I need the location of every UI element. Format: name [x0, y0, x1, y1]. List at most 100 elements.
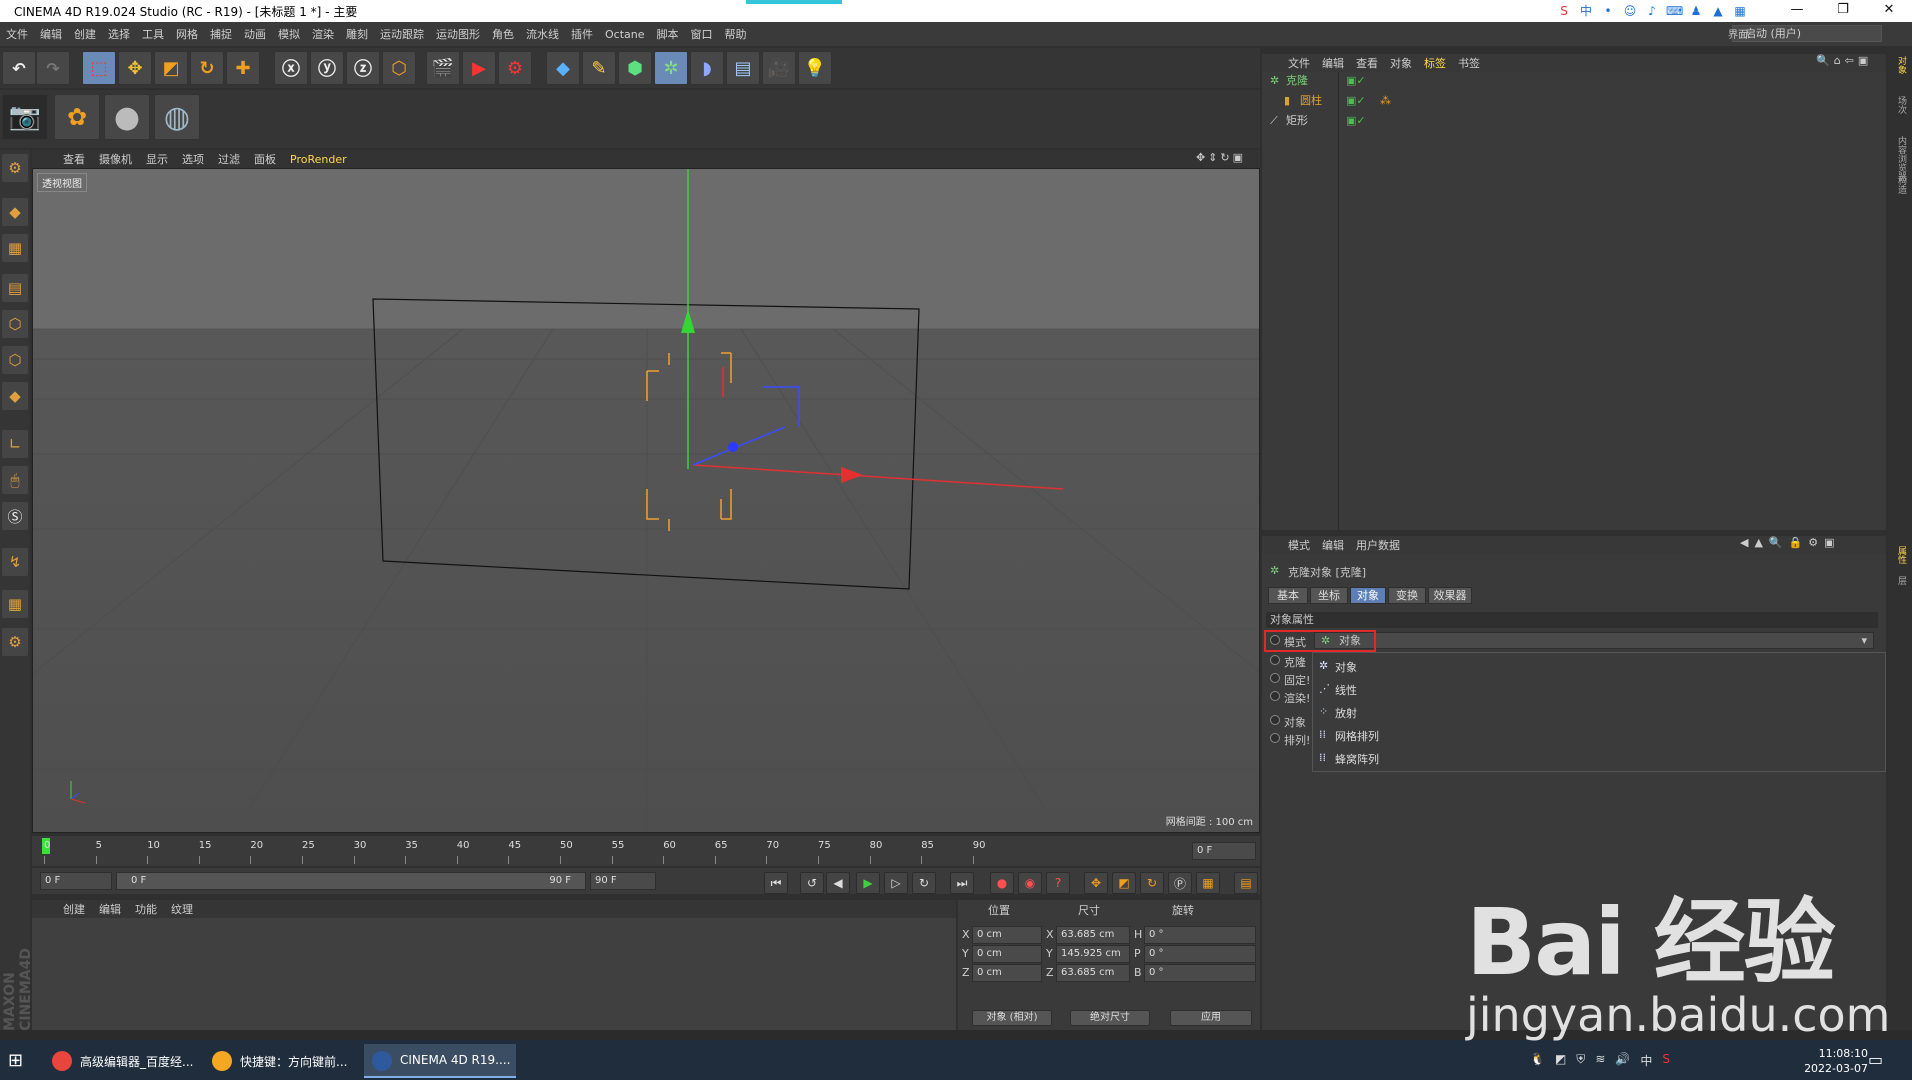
viewport-menu-0[interactable]: 查看: [56, 151, 92, 167]
rotation-field[interactable]: 0 °: [1144, 945, 1256, 963]
attr-side-tab-1[interactable]: 层: [1892, 576, 1908, 585]
object-row[interactable]: ▮ 圆柱 ▣✓ ⁂: [1262, 92, 1886, 110]
taskbar-item-1[interactable]: 快捷键：方向键前...: [204, 1044, 360, 1078]
timeline-end-field[interactable]: 0 F: [1192, 842, 1256, 860]
right-tab-2[interactable]: 内容浏览器: [1892, 136, 1908, 181]
timeline-window-icon[interactable]: ▤: [1234, 872, 1258, 894]
property-radio[interactable]: [1270, 733, 1280, 743]
tab-0[interactable]: 基本: [1268, 587, 1308, 604]
magnet-icon[interactable]: ↯: [2, 548, 28, 576]
viewport-menu-1[interactable]: 摄像机: [92, 151, 139, 167]
sogou-tray-icon[interactable]: S: [1662, 1052, 1670, 1069]
scale-icon[interactable]: ◩: [154, 51, 188, 85]
viewport-menu-3[interactable]: 选项: [175, 151, 211, 167]
app-icon[interactable]: ◩: [1555, 1052, 1566, 1069]
edges-mode-icon[interactable]: ⬡: [2, 346, 28, 374]
menu-15[interactable]: 插件: [565, 26, 599, 42]
goto-start-icon[interactable]: ⏮: [764, 872, 788, 894]
key-pla-icon[interactable]: ▦: [1196, 872, 1220, 894]
goto-end-icon[interactable]: ⏭: [950, 872, 974, 894]
cube-icon[interactable]: ◆: [546, 51, 580, 85]
menu-4[interactable]: 工具: [136, 26, 170, 42]
viewport-menu-2[interactable]: 显示: [139, 151, 175, 167]
close-button[interactable]: ✕: [1866, 0, 1912, 22]
next-frame-icon[interactable]: ▷: [884, 872, 908, 894]
attribute-menu-2[interactable]: 用户数据: [1350, 537, 1406, 553]
texture-mode-icon[interactable]: ▦: [2, 234, 28, 262]
next-key-icon[interactable]: ↻: [912, 872, 936, 894]
security-icon[interactable]: ⛨: [1576, 1052, 1585, 1069]
x-axis-icon[interactable]: ⓧ: [274, 51, 308, 85]
user-icon[interactable]: ♟: [1688, 3, 1704, 19]
visibility-check-icon[interactable]: ▣✓: [1346, 112, 1366, 130]
material-preset-icon[interactable]: ✿: [54, 94, 100, 140]
record-icon[interactable]: 📷: [2, 94, 48, 140]
menu-11[interactable]: 运动跟踪: [374, 26, 430, 42]
autokey-icon[interactable]: ◉: [1018, 872, 1042, 894]
render-view-icon[interactable]: 🎬: [426, 51, 460, 85]
taskbar-item-0[interactable]: 高级编辑器_百度经...: [44, 1044, 200, 1078]
menu-14[interactable]: 流水线: [520, 26, 565, 42]
frame-range-slider[interactable]: 0 F 90 F: [116, 872, 586, 890]
menu-6[interactable]: 捕捉: [204, 26, 238, 42]
menu-2[interactable]: 创建: [68, 26, 102, 42]
tab-4[interactable]: 效果器: [1428, 587, 1472, 604]
visibility-check-icon[interactable]: ▣✓: [1346, 72, 1366, 90]
key-param-icon[interactable]: Ⓟ: [1168, 872, 1192, 894]
key-scale-icon[interactable]: ◩: [1112, 872, 1136, 894]
menu-13[interactable]: 角色: [486, 26, 520, 42]
polygons-mode-icon[interactable]: ◆: [2, 382, 28, 410]
object-row[interactable]: ⟋ 矩形 ▣✓: [1262, 112, 1886, 130]
model-mode-icon[interactable]: ◆: [2, 198, 28, 226]
floor-icon[interactable]: ▤: [726, 51, 760, 85]
max-frame-field[interactable]: 90 F: [590, 872, 656, 890]
pen-icon[interactable]: ✎: [582, 51, 616, 85]
dropdown-option[interactable]: 网格排列: [1335, 728, 1379, 744]
qq-icon[interactable]: 🐧: [1530, 1052, 1545, 1069]
tab-2[interactable]: 对象: [1350, 587, 1386, 604]
tweak-mode-icon[interactable]: 🖱: [2, 466, 28, 494]
redo-icon[interactable]: ↷: [36, 51, 70, 85]
rotation-field[interactable]: 0 °: [1144, 926, 1256, 944]
z-axis-icon[interactable]: ⓩ: [346, 51, 380, 85]
perspective-viewport[interactable]: 透视视图 网格间距 : 100 cm: [32, 168, 1260, 833]
menu-1[interactable]: 编辑: [34, 26, 68, 42]
ime-toolbar[interactable]: S 中 • ☺ ♪ ⌨ ♟ ▲ ▦: [1556, 1, 1748, 21]
key-rot-icon[interactable]: ↻: [1140, 872, 1164, 894]
right-tab-1[interactable]: 场次: [1892, 96, 1908, 114]
axis-mode-icon[interactable]: ∟: [2, 430, 28, 458]
ime-mode-icon[interactable]: 中: [1578, 3, 1594, 19]
position-field[interactable]: 0 cm: [972, 945, 1042, 963]
menu-19[interactable]: 帮助: [719, 26, 753, 42]
locked-workplane-icon[interactable]: ⚙: [2, 628, 28, 656]
size-field[interactable]: 63.685 cm: [1056, 926, 1130, 944]
rotate-icon[interactable]: ↻: [190, 51, 224, 85]
viewport-menu-5[interactable]: 面板: [247, 151, 283, 167]
property-radio[interactable]: [1270, 655, 1280, 665]
apply-button[interactable]: 应用: [1170, 1010, 1252, 1026]
attribute-nav-icon[interactable]: ◀▲🔍🔒⚙▣: [1740, 536, 1841, 549]
viewport-menu-6[interactable]: ProRender: [283, 153, 354, 166]
tab-3[interactable]: 变换: [1388, 587, 1426, 604]
notification-icon[interactable]: ▭: [1868, 1050, 1883, 1069]
coord-mode-select[interactable]: 对象 (相对): [972, 1010, 1052, 1026]
size-field[interactable]: 145.925 cm: [1056, 945, 1130, 963]
material-menu-3[interactable]: 纹理: [164, 901, 200, 917]
menu-16[interactable]: Octane: [599, 28, 651, 41]
subdivision-icon[interactable]: ⬢: [618, 51, 652, 85]
tag-icon[interactable]: ⁂: [1380, 92, 1391, 110]
play-icon[interactable]: ▶: [856, 872, 880, 894]
transform-icon[interactable]: ✚: [226, 51, 260, 85]
position-field[interactable]: 0 cm: [972, 964, 1042, 982]
light-icon[interactable]: 💡: [798, 51, 832, 85]
menu-10[interactable]: 雕刻: [340, 26, 374, 42]
render-settings-icon[interactable]: ⚙: [498, 51, 532, 85]
object-menu-3[interactable]: 对象: [1384, 55, 1418, 71]
snap-icon[interactable]: Ⓢ: [2, 502, 28, 530]
mode-dropdown[interactable]: ✲ 对象 ▾: [1314, 632, 1874, 649]
taskbar-item-2[interactable]: CINEMA 4D R19....: [364, 1044, 516, 1078]
menu-12[interactable]: 运动图形: [430, 26, 486, 42]
volume-icon[interactable]: 🔊: [1615, 1052, 1630, 1069]
prev-frame-icon[interactable]: ◀: [826, 872, 850, 894]
object-row[interactable]: ✲ 克隆 ▣✓: [1262, 72, 1886, 90]
